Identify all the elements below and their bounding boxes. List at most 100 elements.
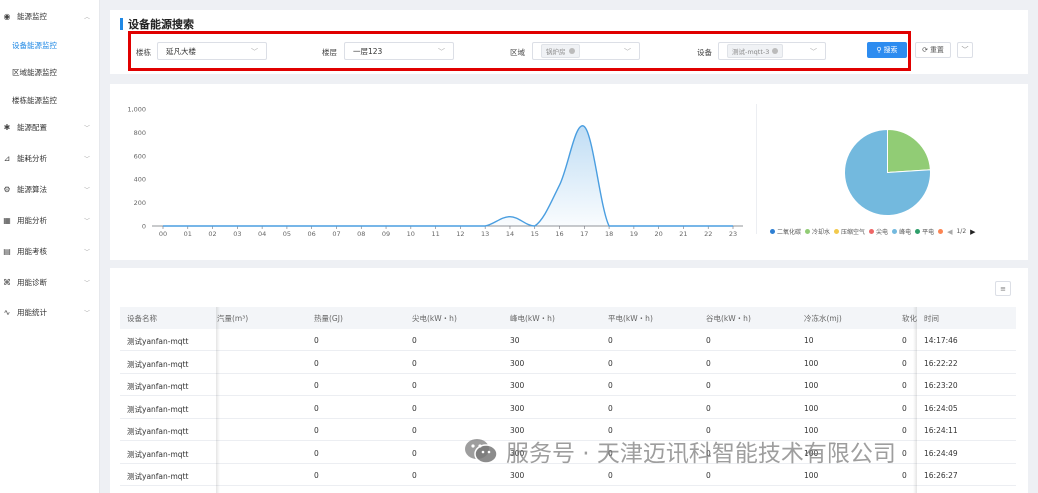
chevron-down-icon: ﹀ — [961, 46, 969, 54]
legend-dot — [770, 229, 775, 234]
legend-page: 1/2 — [956, 228, 967, 235]
x-tick-label: 07 — [332, 230, 340, 238]
legend-item[interactable]: 尖电 — [869, 227, 888, 236]
column-settings-button[interactable]: ≡ — [995, 281, 1011, 296]
table-cell: 0 — [902, 471, 907, 480]
chevron-down-icon: ﹀ — [83, 155, 90, 163]
table-cell: 0 — [314, 448, 319, 458]
legend-dot — [915, 229, 921, 234]
sidebar-item-usage-diagnosis[interactable]: ⌘ 用能诊断 ﹀ — [0, 271, 100, 293]
reset-button[interactable]: ⟳ 重置 — [915, 42, 951, 58]
table-cell: 0 — [412, 426, 417, 435]
sidebar-sub-area-monitor[interactable]: 区域能源监控 — [12, 67, 57, 78]
watermark-text: 服务号 · 天津迈讯科智能技术有限公司 — [506, 441, 896, 467]
x-tick-label: 01 — [184, 230, 192, 238]
y-tick-label: 800 — [134, 129, 146, 137]
table-cell: 0 — [706, 403, 711, 413]
sidebar-item-label: 能源配置 — [17, 122, 47, 132]
x-tick-label: 21 — [679, 230, 687, 238]
sidebar-item-energy-algorithm[interactable]: ⚙ 能源算法 ﹀ — [0, 178, 100, 200]
table-cell: 100 — [804, 358, 819, 368]
legend-next-icon[interactable]: ▶ — [970, 228, 975, 236]
sidebar-item-consumption-analysis[interactable]: ⊿ 能耗分析 ﹀ — [0, 147, 100, 169]
x-tick-label: 22 — [704, 230, 712, 238]
sidebar-item-usage-statistics[interactable]: ∿ 用能统计 ﹀ — [0, 301, 100, 323]
y-tick-label: 0 — [142, 223, 146, 231]
table-cell: 16:24:11 — [924, 426, 958, 435]
chevron-down-icon: ﹀ — [83, 248, 90, 256]
x-tick-label: 03 — [233, 230, 241, 238]
sidebar-item-label: 用能分析 — [17, 215, 47, 225]
table-cell: 300 — [510, 471, 525, 480]
table-cell: 16:26:27 — [924, 471, 958, 480]
chevron-down-icon: ﹀ — [83, 217, 90, 225]
legend-item[interactable]: 平电 — [915, 227, 934, 236]
legend-prev-icon[interactable]: ◀ — [947, 228, 952, 236]
analysis-icon: ▦ — [3, 215, 11, 225]
table-cell: 16:24:49 — [924, 448, 958, 458]
reset-icon: ⟳ — [922, 46, 928, 54]
x-tick-label: 17 — [580, 230, 588, 238]
table-cell: 测试yanfan-mqtt — [127, 404, 189, 414]
sidebar-item-usage-analysis[interactable]: ▦ 用能分析 ﹀ — [0, 209, 100, 231]
sidebar-sub-device-monitor[interactable]: 设备能源监控 — [12, 40, 57, 51]
table-cell: 0 — [314, 426, 319, 435]
table-cell: 0 — [314, 336, 319, 345]
sidebar-sub-building-monitor[interactable]: 楼栋能源监控 — [12, 95, 57, 106]
sidebar-item-label: 用能考核 — [17, 246, 47, 256]
column-header: 峰电(kW・h) — [510, 314, 555, 323]
x-tick-label: 11 — [431, 230, 439, 238]
legend-item[interactable]: 冷却水 — [805, 227, 830, 236]
table-row[interactable] — [120, 397, 1016, 419]
watermark: 服务号 · 天津迈讯科智能技术有限公司 — [464, 434, 896, 468]
sidebar-item-energy-monitor[interactable]: ◉ 能源监控 ︿ — [0, 5, 100, 27]
sidebar-item-label: 能源监控 — [17, 11, 47, 21]
table-cell: 0 — [412, 336, 417, 345]
table-cell: 0 — [608, 403, 613, 413]
sidebar-item-label: 能耗分析 — [17, 153, 47, 163]
table-cell: 测试yanfan-mqtt — [127, 382, 189, 391]
sidebar-item-energy-config[interactable]: ✱ 能源配置 ﹀ — [0, 116, 100, 138]
table-row[interactable] — [120, 352, 1016, 374]
expand-button[interactable]: ﹀ — [957, 42, 973, 58]
statistics-icon: ∿ — [3, 307, 11, 317]
table-row[interactable] — [120, 374, 1016, 396]
title-accent-bar — [120, 18, 123, 30]
column-header: 热量(GJ) — [314, 314, 343, 323]
page-title: 设备能源搜索 — [128, 18, 194, 31]
table-cell: 测试yanfan-mqtt — [127, 449, 189, 459]
table-cell: 0 — [314, 471, 319, 480]
table-cell: 0 — [412, 448, 417, 458]
table-cell: 0 — [902, 426, 907, 435]
table-cell: 0 — [902, 358, 907, 368]
table-cell: 300 — [510, 381, 525, 390]
sidebar-item-usage-assessment[interactable]: ▤ 用能考核 ﹀ — [0, 240, 100, 262]
series-area — [163, 125, 733, 226]
x-tick-label: 18 — [605, 230, 613, 238]
chevron-down-icon: ﹀ — [83, 186, 90, 194]
table-cell: 16:22:22 — [924, 358, 958, 368]
column-header: 冷冻水(mj) — [804, 314, 842, 323]
x-tick-label: 10 — [407, 230, 415, 238]
pie-slice[interactable] — [887, 128, 931, 174]
table-row[interactable] — [120, 329, 1016, 351]
legend-item[interactable]: 二氧化碳 — [770, 227, 801, 236]
table-cell: 0 — [314, 381, 319, 390]
table-cell: 16:24:05 — [924, 403, 958, 413]
x-tick-label: 23 — [729, 230, 737, 238]
table-cell: 0 — [706, 381, 711, 390]
legend-item[interactable]: 峰电 — [892, 227, 911, 236]
table-cell: 300 — [510, 403, 525, 413]
highlight-box — [128, 31, 911, 71]
table-cell: 0 — [314, 358, 319, 368]
fixed-column-shadow — [216, 307, 220, 493]
x-tick-label: 15 — [531, 230, 539, 238]
chevron-down-icon: ﹀ — [83, 279, 90, 287]
legend-dot — [834, 229, 840, 234]
y-tick-label: 200 — [134, 199, 146, 207]
table-cell: 0 — [412, 358, 417, 368]
y-tick-label: 600 — [134, 152, 146, 160]
network-icon: ✱ — [3, 122, 11, 132]
legend-dot — [892, 229, 898, 234]
legend-item[interactable]: 压缩空气 — [834, 227, 865, 236]
